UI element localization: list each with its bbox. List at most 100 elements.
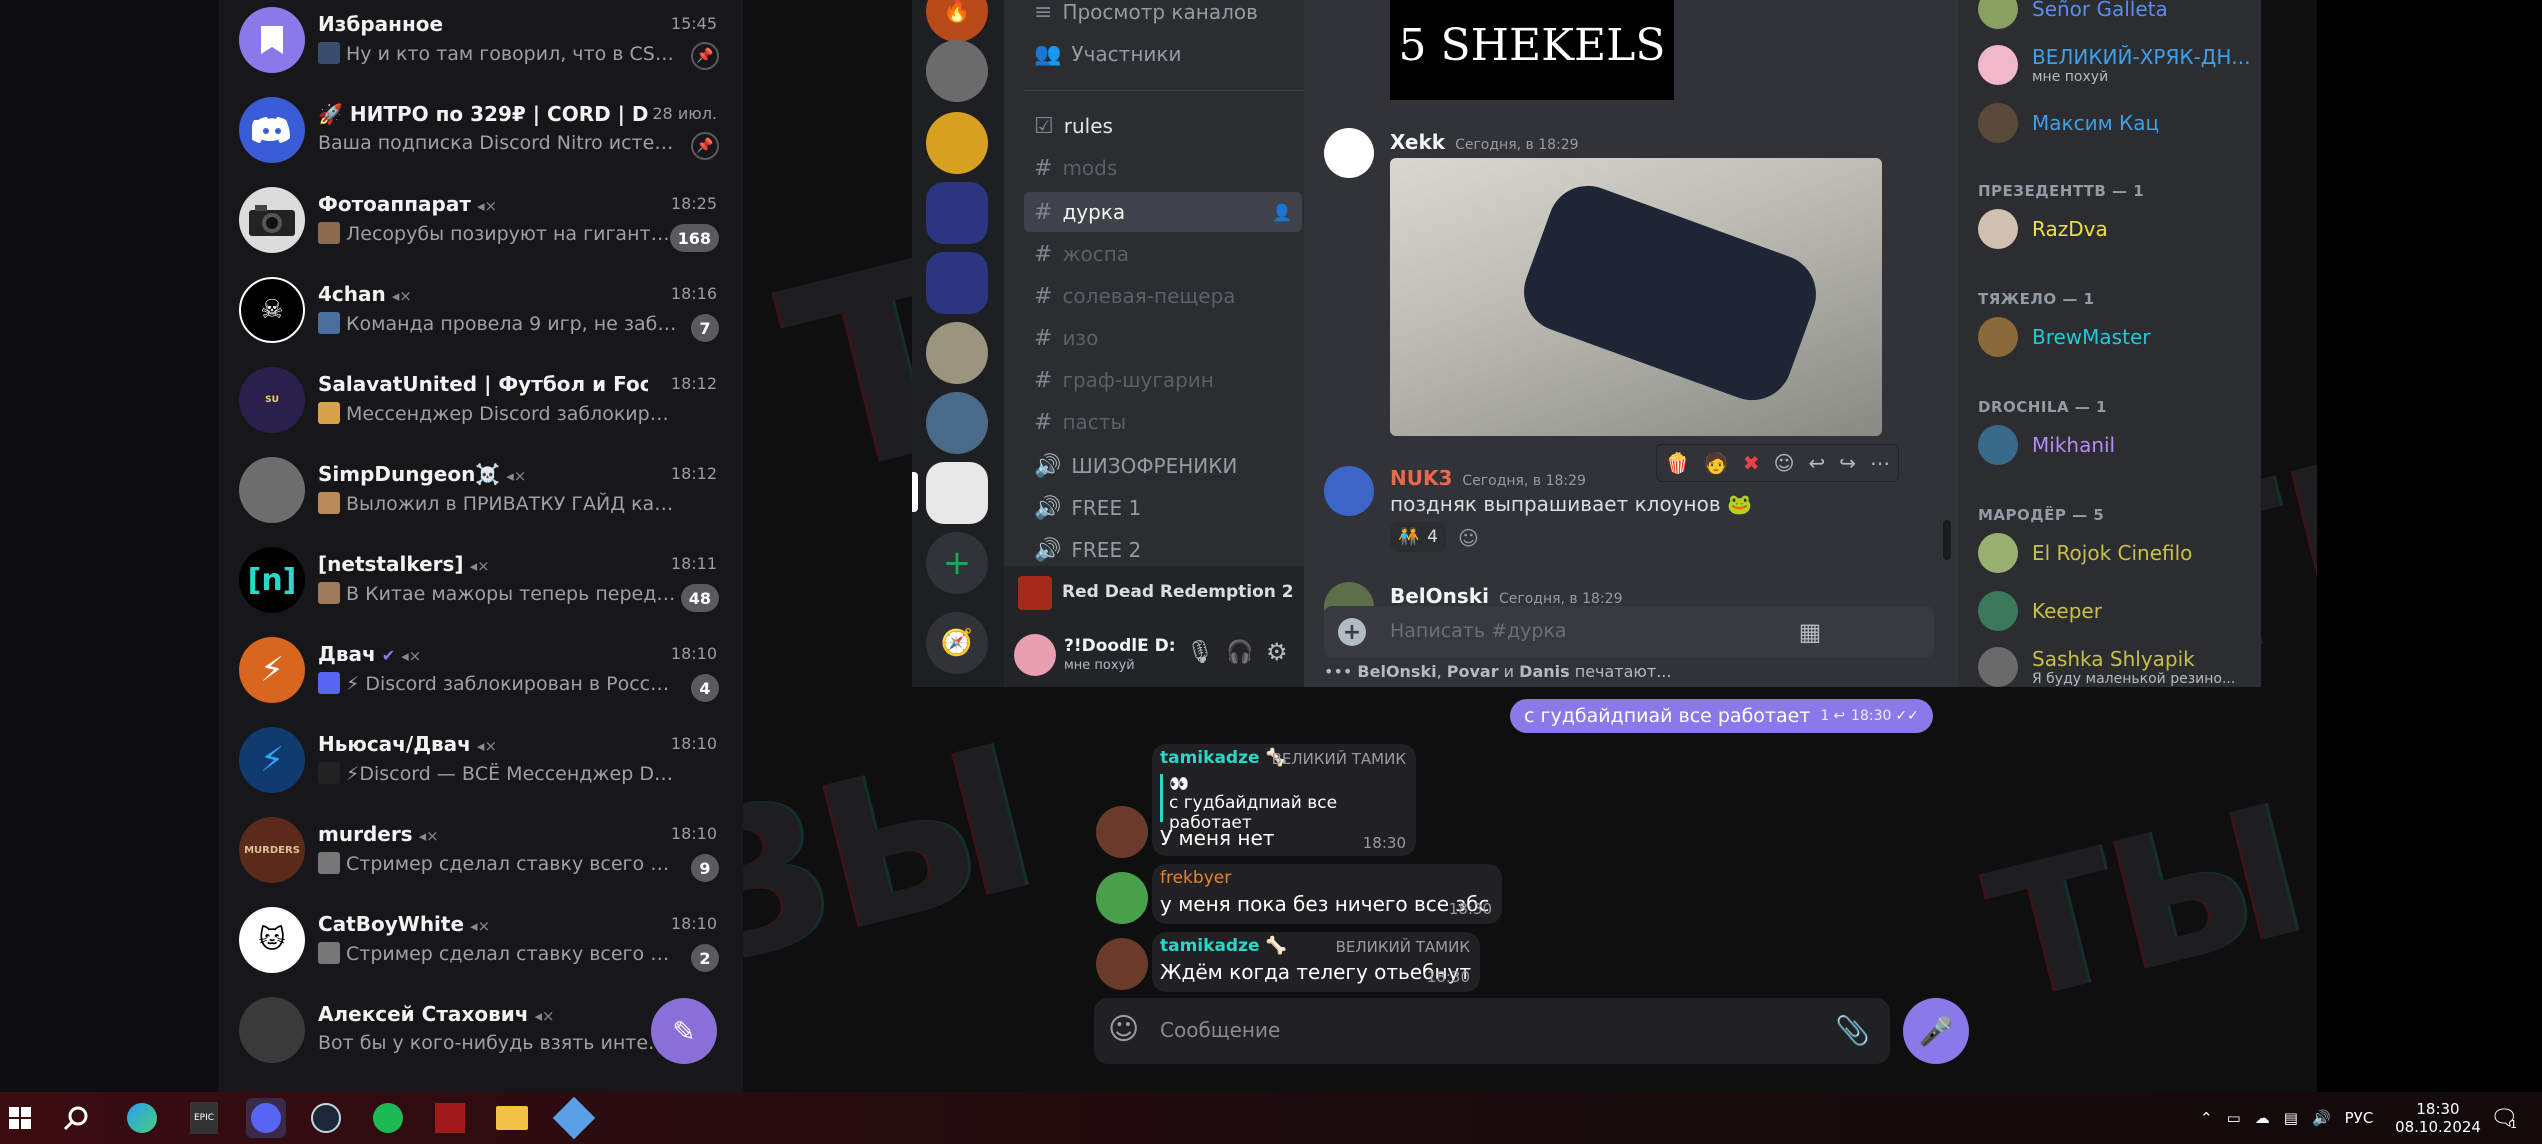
epic-games-icon[interactable]: EPIC — [184, 1098, 224, 1138]
server-list[interactable]: 🔥 + 🧭 — [912, 0, 1004, 687]
sender-avatar[interactable] — [1096, 938, 1148, 990]
server-folder-icon[interactable] — [926, 182, 988, 244]
reply-icon[interactable]: ↩ — [1808, 451, 1825, 475]
apps-grid-icon[interactable]: ▦ — [1782, 606, 1838, 658]
meme-image[interactable]: 5 SHEKELS — [1390, 0, 1674, 100]
telegram-chat-list[interactable]: Избранное 15:45 Ну и кто там говорил, чт… — [219, 0, 743, 1092]
spotify-icon[interactable] — [368, 1098, 408, 1138]
message-input-placeholder[interactable]: Написать #дурка — [1390, 620, 1567, 642]
server-icon[interactable] — [926, 392, 988, 454]
member-item[interactable]: Mikhanil — [1978, 420, 2115, 470]
add-reaction-icon[interactable]: ☺ — [1774, 451, 1795, 475]
member-item[interactable]: Keeper — [1978, 586, 2102, 636]
file-explorer-icon[interactable] — [492, 1098, 532, 1138]
server-icon[interactable] — [926, 112, 988, 174]
channel-mods[interactable]: # mods — [1024, 148, 1302, 188]
server-icon-active[interactable] — [926, 462, 988, 524]
voice-channel-shizo[interactable]: 🔊 ШИЗОФРЕНИКИ — [1024, 446, 1302, 486]
message-avatar[interactable] — [1324, 466, 1374, 516]
chat-item-4chan[interactable]: ☠ 4chan ◂× 18:16 Команда провела 9 игр, н… — [219, 270, 743, 360]
scrollbar[interactable] — [1943, 520, 1951, 560]
message-author[interactable]: BelOnski — [1390, 584, 1489, 608]
message-input-box[interactable]: + Написать #дурка ☺ — [1324, 606, 1934, 658]
volume-icon[interactable]: 🔊 — [2312, 1109, 2331, 1127]
emoji-icon[interactable]: ☺ — [1108, 1012, 1139, 1047]
server-folder-icon[interactable] — [926, 252, 988, 314]
chat-item-catboywhite[interactable]: 🐱 CatBoyWhite ◂× 18:10 Стример сделал ста… — [219, 900, 743, 990]
steam-icon[interactable] — [306, 1098, 346, 1138]
edge-browser-icon[interactable] — [122, 1098, 162, 1138]
chat-item-salavat[interactable]: SU SalavatUnited | Футбол и Football ...… — [219, 360, 743, 450]
person-reaction-icon[interactable]: 🧑 — [1704, 451, 1729, 475]
members-item[interactable]: 👥 Участники — [1024, 34, 1302, 74]
notification-center-icon[interactable]: 🗨 1 — [2490, 1092, 2518, 1144]
channel-pasty[interactable]: # пасты — [1024, 402, 1302, 442]
discord-window[interactable]: 🔥 + 🧭 ≡ Просмотр каналов 👥 Участники ☑ rule… — [912, 0, 2261, 687]
chat-item-nitro[interactable]: 🚀 НИТРО по 329₽ | CORD | Discor... 28 ию… — [219, 90, 743, 180]
chat-item-newsach[interactable]: ⚡ Ньюсач/Двач ◂× 18:10 ⚡Discord — ВСЁ Мес… — [219, 720, 743, 810]
server-icon[interactable] — [926, 40, 988, 102]
app-taskbar-icon[interactable] — [552, 1096, 596, 1140]
server-icon[interactable]: 🔥 — [926, 0, 988, 42]
browse-channels-item[interactable]: ≡ Просмотр каналов — [1024, 0, 1302, 32]
reaction-pill[interactable]: 🧑‍🤝‍🧑 4 — [1390, 522, 1446, 552]
settings-gear-icon[interactable]: ⚙ — [1266, 638, 1288, 666]
cloud-icon[interactable]: ☁ — [2255, 1109, 2270, 1127]
incoming-message[interactable]: tamikadze 🦴 ВЕЛИКИЙ ТАМИК 👀 с гудбайдпиа… — [1152, 744, 1416, 856]
microphone-button[interactable]: 🎤 — [1903, 998, 1969, 1064]
member-item[interactable]: RazDva — [1978, 204, 2108, 254]
user-avatar[interactable] — [1014, 634, 1056, 676]
microphone-icon[interactable]: 🎙 — [1186, 640, 1214, 665]
outgoing-message[interactable]: с гудбайдпиай все работает 1 ↩ 18:30 ✓✓ — [1510, 699, 1933, 733]
headphones-icon[interactable]: 🎧 — [1226, 640, 1253, 665]
discord-taskbar-icon[interactable] — [246, 1098, 286, 1138]
member-item[interactable]: Максим Кац — [1978, 98, 2159, 148]
chat-item-netstalkers[interactable]: [n] [netstalkers] ◂× 18:11 В Китае мажоры… — [219, 540, 743, 630]
member-item[interactable]: BrewMaster — [1978, 312, 2150, 362]
message-input-placeholder[interactable]: Сообщение — [1160, 1018, 1280, 1042]
message-hover-toolbar[interactable]: 🍿 🧑 ✖ ☺ ↩ ↪ ⋯ — [1656, 444, 1899, 482]
message-avatar[interactable] — [1324, 128, 1374, 178]
member-item[interactable]: Señor Galleta — [1978, 0, 2168, 34]
channel-durka[interactable]: # дурка 👤 — [1024, 192, 1302, 232]
clock[interactable]: 18:30 08.10.2024 — [2395, 1092, 2481, 1144]
add-server-button[interactable]: + — [926, 532, 988, 594]
channel-izo[interactable]: # изо — [1024, 318, 1302, 358]
windows-start-icon[interactable] — [0, 1098, 40, 1138]
search-icon[interactable] — [56, 1098, 96, 1138]
add-reaction-icon[interactable]: ☺ — [1458, 526, 1479, 550]
reply-quote[interactable]: 👀 с гудбайдпиай все работает — [1160, 774, 1410, 833]
game-taskbar-icon[interactable] — [430, 1098, 470, 1138]
system-tray[interactable]: ⌃ ▭ ☁ ▤ 🔊 РУС — [2200, 1092, 2373, 1144]
popcorn-reaction-icon[interactable]: 🍿 — [1665, 451, 1690, 475]
member-list[interactable]: Señor Galleta ВЕЛИКИЙ-ХРЯК-ДН... мне поху… — [1958, 0, 2261, 687]
chat-item-murders[interactable]: MURDERS murders ◂× 18:10 Стример сделал с… — [219, 810, 743, 900]
attach-paperclip-icon[interactable]: 📎 — [1835, 1014, 1870, 1047]
voice-channel-free1[interactable]: 🔊 FREE 1 — [1024, 488, 1302, 528]
explore-compass-icon[interactable]: 🧭 — [926, 612, 988, 674]
incoming-message[interactable]: frekbyer у меня пока без ничего все збс … — [1152, 864, 1502, 924]
telegram-composer[interactable]: ☺ Сообщение 📎 — [1094, 998, 1890, 1064]
channel-zhospa[interactable]: # жоспа — [1024, 234, 1302, 274]
channel-rules[interactable]: ☑ rules — [1024, 106, 1302, 146]
member-item[interactable]: El Rojok Cinefilo — [1978, 528, 2192, 578]
network-icon[interactable]: ▤ — [2284, 1109, 2298, 1127]
message-author[interactable]: NUK3 — [1390, 466, 1452, 490]
message-author[interactable]: Xekk — [1390, 130, 1445, 154]
attach-plus-icon[interactable]: + — [1338, 618, 1366, 646]
cross-reaction-icon[interactable]: ✖ — [1743, 451, 1760, 475]
language-indicator[interactable]: РУС — [2345, 1109, 2374, 1127]
chat-item-simpdungeon[interactable]: SimpDungeon☠️ ◂× 18:12 Выложил в ПРИВАТКУ… — [219, 450, 743, 540]
incoming-message[interactable]: tamikadze 🦴 ВЕЛИКИЙ ТАМИК Ждём когда тел… — [1152, 932, 1480, 992]
chat-item-photo[interactable]: Фотоаппарат ◂× 18:25 Лесорубы позируют на… — [219, 180, 743, 270]
member-item[interactable]: ВЕЛИКИЙ-ХРЯК-ДН... мне похуй — [1978, 40, 2251, 90]
discord-message-area[interactable]: 5 SHEKELS Xekk Сегодня, в 18:29 🍿 🧑 ✖ ☺ ↩ ↪ ⋯ N… — [1304, 0, 1951, 687]
forward-icon[interactable]: ↪ — [1839, 451, 1856, 475]
device-icon[interactable]: ▭ — [2227, 1109, 2241, 1127]
sender-avatar[interactable] — [1096, 806, 1148, 858]
add-member-icon[interactable]: 👤 — [1272, 203, 1292, 222]
compose-pencil-button[interactable]: ✎ — [651, 998, 717, 1064]
member-item[interactable]: Sashka Shlyapik Я буду маленькой резино..… — [1978, 642, 2235, 687]
channel-graf[interactable]: # граф-шугарин — [1024, 360, 1302, 400]
chevron-up-icon[interactable]: ⌃ — [2200, 1109, 2213, 1127]
